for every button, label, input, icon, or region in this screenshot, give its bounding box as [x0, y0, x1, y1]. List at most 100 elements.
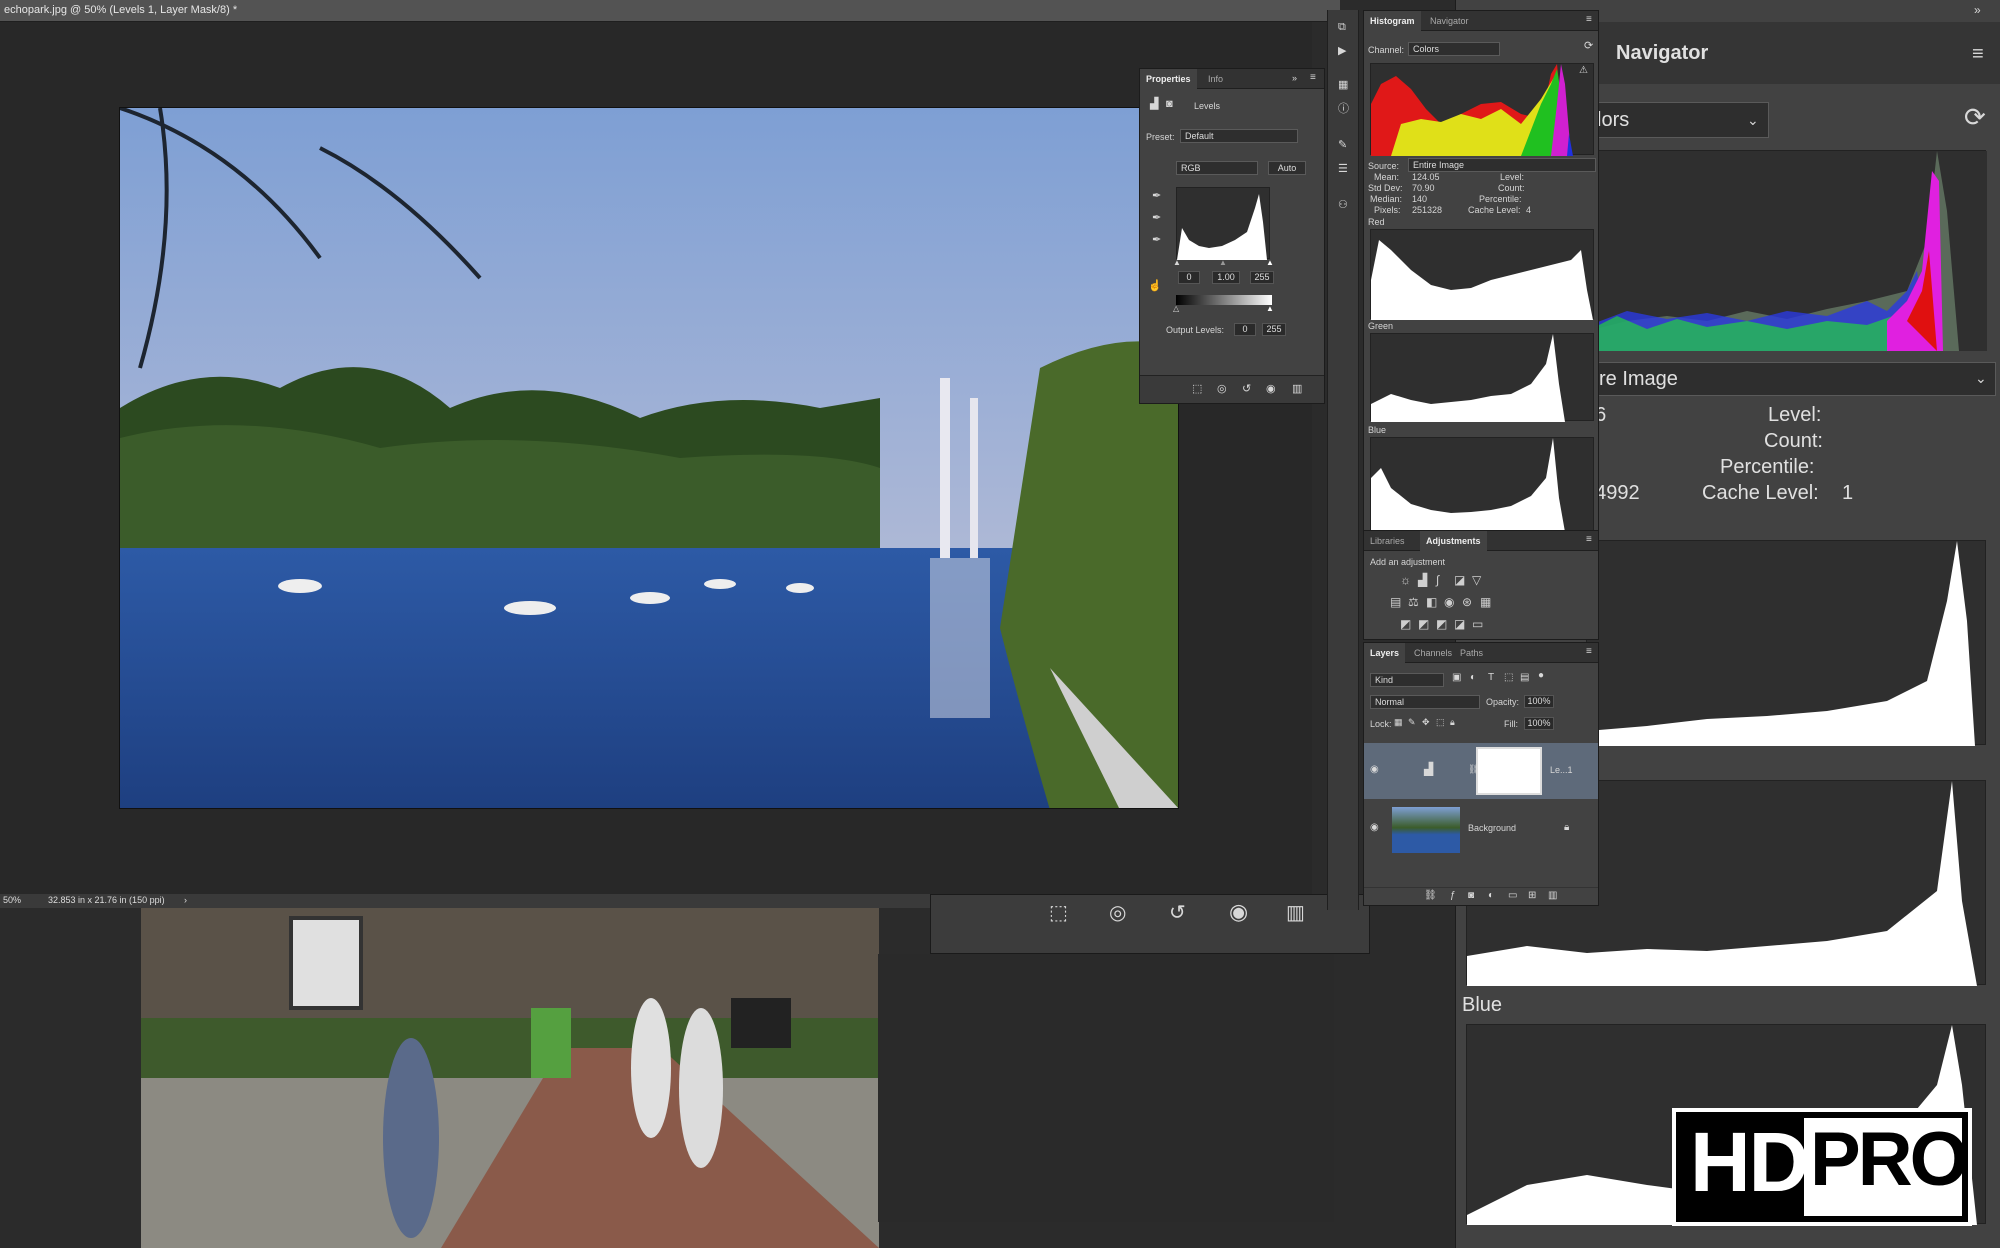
visibility-eye-icon[interactable]: ◉: [1266, 384, 1276, 395]
output-black-slider[interactable]: △: [1173, 305, 1179, 313]
lock-icon[interactable]: 🔒︎: [1564, 823, 1569, 833]
curves-icon[interactable]: ∫: [1436, 573, 1439, 587]
reset-icon[interactable]: ↺: [1242, 384, 1251, 395]
new-adjustment-icon[interactable]: ◐: [1488, 891, 1494, 901]
person-icon[interactable]: ⚇: [1338, 200, 1348, 211]
layer-name[interactable]: Background: [1468, 823, 1516, 833]
vibrance-icon[interactable]: ▽: [1472, 573, 1481, 587]
levels-adjustment-icon[interactable]: ▟: [1150, 99, 1158, 110]
filter-toggle-icon[interactable]: ●: [1538, 671, 1544, 681]
trash-icon[interactable]: ▥: [1292, 384, 1302, 395]
channel-select[interactable]: RGB: [1176, 161, 1258, 175]
white-eyedropper-icon[interactable]: ✒: [1152, 235, 1161, 246]
info-icon[interactable]: ⓘ: [1338, 104, 1349, 115]
black-eyedropper-icon[interactable]: ✒: [1152, 191, 1161, 202]
posterize-icon[interactable]: ◩: [1418, 617, 1429, 631]
preset-select[interactable]: Default: [1180, 129, 1298, 143]
filter-type-icon[interactable]: T: [1488, 673, 1494, 683]
document-image[interactable]: [119, 107, 1179, 809]
channel-select-enlarged[interactable]: lors ⌄: [1586, 102, 1769, 138]
collapse-icon[interactable]: »: [1974, 4, 1981, 16]
hue-saturation-icon[interactable]: ▤: [1390, 595, 1401, 609]
zoom-level[interactable]: 50%: [3, 895, 21, 905]
auto-button[interactable]: Auto: [1268, 161, 1306, 175]
fill-field[interactable]: 100%: [1524, 717, 1554, 730]
visibility-eye-icon[interactable]: ◉: [1370, 823, 1379, 833]
tab-channels[interactable]: Channels: [1408, 643, 1458, 663]
gradient-map-icon[interactable]: ▭: [1472, 617, 1483, 631]
lock-transparent-icon[interactable]: ▦: [1394, 718, 1403, 727]
filter-kind-select[interactable]: Kind: [1370, 673, 1444, 687]
reset-icon[interactable]: ↺: [1169, 903, 1186, 923]
navigator-tab[interactable]: Navigator: [1616, 42, 1708, 65]
photo-filter-icon[interactable]: ◉: [1444, 595, 1454, 609]
brush-icon[interactable]: ✎: [1338, 140, 1347, 151]
levels-icon[interactable]: ▟: [1418, 573, 1427, 587]
tab-libraries[interactable]: Libraries: [1364, 531, 1411, 551]
tab-adjustments[interactable]: Adjustments: [1420, 531, 1487, 551]
document-tab[interactable]: echopark.jpg @ 50% (Levels 1, Layer Mask…: [0, 0, 1340, 22]
actions-play-icon[interactable]: ▶: [1338, 46, 1346, 57]
levels-histogram[interactable]: [1176, 187, 1270, 260]
source-select-enlarged[interactable]: tire Image ⌄: [1586, 362, 1996, 396]
tab-info[interactable]: Info: [1202, 69, 1229, 89]
input-white-field[interactable]: 255: [1250, 271, 1274, 284]
warning-icon[interactable]: ⚠: [1579, 66, 1588, 76]
target-adjustment-icon[interactable]: ☝: [1148, 281, 1162, 292]
color-balance-icon[interactable]: ⚖: [1408, 595, 1419, 609]
gamma-slider[interactable]: ▲: [1219, 259, 1227, 267]
link-layers-icon[interactable]: ⛓: [1424, 891, 1437, 901]
tab-layers[interactable]: Layers: [1364, 643, 1406, 663]
white-point-slider[interactable]: ▲: [1266, 259, 1274, 267]
panel-menu-icon[interactable]: ≡: [1310, 73, 1316, 83]
trash-icon[interactable]: ▥: [1286, 903, 1305, 923]
collapse-icon[interactable]: »: [1292, 74, 1297, 83]
panel-menu-icon[interactable]: ≡: [1586, 15, 1592, 25]
filter-smart-icon[interactable]: ▤: [1520, 673, 1529, 683]
history-icon[interactable]: ⧉: [1338, 22, 1346, 33]
output-white-slider[interactable]: ▲: [1266, 305, 1274, 313]
brightness-icon[interactable]: ☼: [1400, 573, 1411, 587]
output-black-field[interactable]: 0: [1234, 323, 1256, 336]
blend-mode-select[interactable]: Normal: [1370, 695, 1480, 709]
lock-all-icon[interactable]: 🔒︎: [1450, 718, 1455, 727]
clip-to-layer-icon[interactable]: ⬚: [1192, 384, 1202, 395]
visibility-eye-icon[interactable]: ◉: [1229, 901, 1248, 923]
opacity-field[interactable]: 100%: [1524, 695, 1554, 708]
gray-eyedropper-icon[interactable]: ✒: [1152, 213, 1161, 224]
exposure-icon[interactable]: ◪: [1454, 573, 1465, 587]
selective-color-icon[interactable]: ◪: [1454, 617, 1465, 631]
panel-menu-icon[interactable]: ≡: [1586, 535, 1592, 545]
sliders-icon[interactable]: ☰: [1338, 164, 1348, 175]
mask-icon[interactable]: ◙: [1166, 99, 1173, 110]
layer-row-levels[interactable]: ◉ ▟ ⛓ Le...1: [1364, 743, 1598, 799]
new-group-icon[interactable]: ▭: [1508, 891, 1517, 901]
panel-menu-icon[interactable]: ≡: [1972, 44, 1984, 64]
tab-navigator[interactable]: Navigator: [1424, 11, 1475, 31]
invert-icon[interactable]: ◩: [1400, 617, 1411, 631]
document-size[interactable]: 32.853 in x 21.76 in (150 ppi): [48, 895, 165, 905]
layer-mask-thumbnail[interactable]: [1476, 747, 1542, 795]
threshold-icon[interactable]: ◩: [1436, 617, 1447, 631]
fx-icon[interactable]: ƒ: [1450, 891, 1456, 901]
tab-histogram[interactable]: Histogram: [1364, 11, 1421, 31]
layer-row-background[interactable]: ◉ Background 🔒︎: [1364, 801, 1598, 857]
lock-brush-icon[interactable]: ✎: [1408, 718, 1416, 727]
visibility-eye-icon[interactable]: ◉: [1370, 765, 1379, 775]
output-white-field[interactable]: 255: [1262, 323, 1286, 336]
filter-shape-icon[interactable]: ⬚: [1504, 673, 1513, 683]
lock-artboard-icon[interactable]: ⬚: [1436, 718, 1445, 727]
layer-name[interactable]: Le...1: [1550, 765, 1573, 775]
refresh-icon[interactable]: ⟳: [1964, 104, 1986, 130]
input-black-field[interactable]: 0: [1178, 271, 1200, 284]
channel-mixer-icon[interactable]: ⊛: [1462, 595, 1472, 609]
clip-to-layer-icon[interactable]: ⬚: [1049, 903, 1068, 923]
filter-pixel-icon[interactable]: ▣: [1452, 673, 1461, 683]
view-previous-icon[interactable]: ◎: [1109, 903, 1126, 923]
new-layer-icon[interactable]: ⊞: [1528, 891, 1536, 901]
panel-menu-icon[interactable]: ≡: [1586, 647, 1592, 657]
refresh-icon[interactable]: ⟳: [1584, 41, 1593, 52]
black-white-icon[interactable]: ◧: [1426, 595, 1437, 609]
source-select[interactable]: Entire Image: [1408, 158, 1596, 172]
histogram-icon[interactable]: ▦: [1338, 80, 1348, 91]
